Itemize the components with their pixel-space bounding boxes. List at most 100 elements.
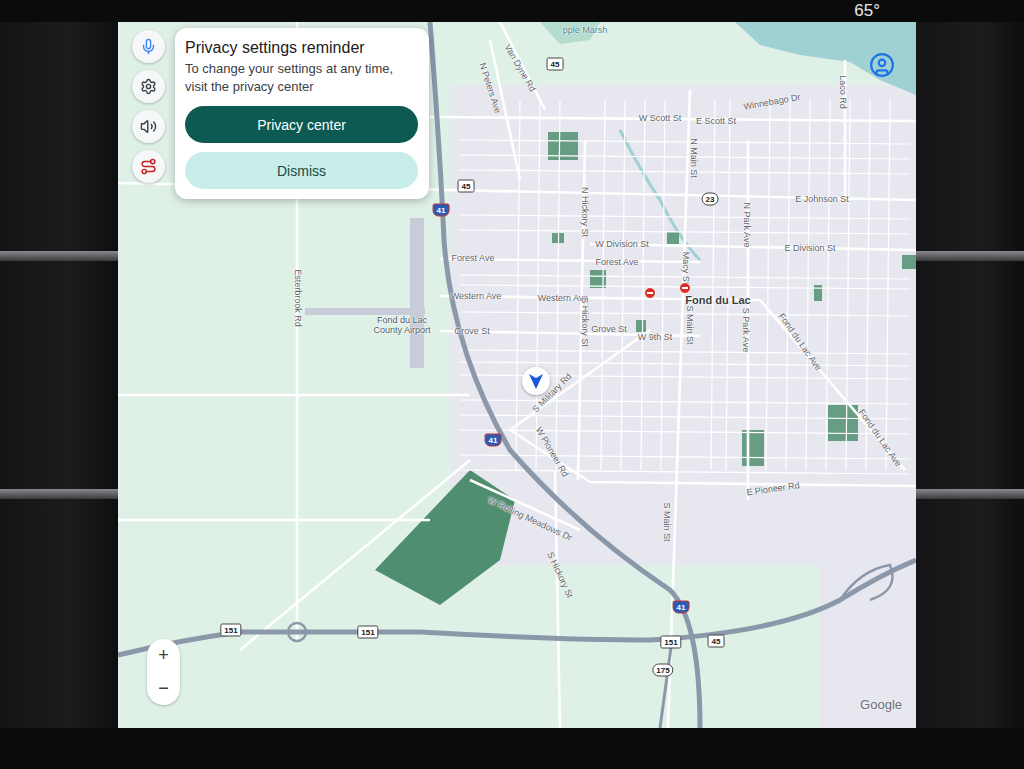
park — [814, 285, 822, 301]
runway — [305, 308, 425, 315]
interchange — [840, 565, 893, 600]
interchange — [288, 623, 306, 641]
vent-trim — [0, 251, 118, 261]
minor-street — [826, 100, 830, 470]
minor-street — [460, 400, 910, 404]
street-label: Grove St — [591, 324, 627, 334]
minor-street — [641, 100, 645, 470]
temperature: 65° — [854, 1, 880, 21]
map-attribution: Google — [860, 697, 902, 712]
us-shield: 151 — [357, 626, 378, 639]
highway-175 — [660, 640, 672, 728]
street-label: E Johnson St — [795, 194, 849, 204]
street-label: Grove St — [454, 326, 490, 336]
us-shield: 151 — [660, 636, 681, 649]
right-bezel — [916, 22, 1024, 728]
minor-street — [766, 100, 770, 470]
street — [760, 300, 905, 470]
minor-street — [460, 350, 910, 354]
street-label: Macy St — [681, 252, 691, 285]
street-label: Esterbrook Rd — [293, 269, 303, 327]
street-label: S Main St — [662, 502, 672, 541]
us-shield: 151 — [220, 624, 241, 637]
street-label: E Division St — [784, 243, 835, 253]
top-bezel: 65° — [0, 0, 1024, 22]
minor-street — [460, 455, 910, 459]
highway-41 — [430, 22, 700, 728]
minor-street — [806, 100, 810, 470]
water-label: pple Marsh — [563, 25, 608, 35]
street-label: E Scott St — [696, 116, 736, 126]
zoom-out-button[interactable]: − — [147, 672, 180, 705]
car-display: 65°pple MarshN Peters AveVan Dyne RdW Sc… — [0, 0, 1024, 769]
voice-button[interactable] — [132, 30, 165, 63]
privacy-center-button[interactable]: Privacy center — [185, 106, 418, 143]
us-shield: 45 — [547, 58, 564, 71]
road-closed-icon[interactable] — [679, 282, 691, 294]
vent-trim — [916, 251, 1024, 261]
settings-button[interactable] — [132, 70, 165, 103]
profile-button[interactable] — [865, 48, 898, 81]
street — [240, 460, 470, 650]
minor-street — [786, 100, 790, 470]
navigation-arrow-icon — [528, 372, 544, 390]
street-label: S Park Ave — [741, 308, 751, 352]
park — [636, 320, 646, 332]
street-label: W Scott St — [639, 113, 682, 123]
street — [510, 330, 650, 430]
street-label: N Main St — [689, 138, 699, 178]
street-label: N Hickory St — [580, 187, 590, 237]
state-shield: 23 — [702, 193, 719, 206]
road-closed-icon[interactable] — [644, 287, 656, 299]
minor-street — [460, 430, 910, 434]
street-label: S Main St — [685, 305, 695, 344]
popup-title: Privacy settings reminder — [185, 38, 418, 58]
street — [118, 519, 430, 522]
street-label: Western Ave — [451, 291, 502, 301]
dismiss-button[interactable]: Dismiss — [185, 152, 418, 189]
street-label: W 9th St — [638, 332, 673, 342]
zoom-in-button[interactable]: + — [147, 639, 180, 672]
minor-street — [661, 100, 665, 470]
interstate-shield: 41 — [485, 434, 502, 447]
highway-151 — [118, 560, 916, 655]
current-position — [522, 367, 550, 395]
interstate-shield: 41 — [433, 204, 450, 217]
map-screen[interactable]: pple MarshN Peters AveVan Dyne RdW Scott… — [118, 22, 916, 728]
minor-street — [460, 312, 910, 316]
street — [668, 90, 690, 728]
street — [500, 22, 545, 110]
minor-street — [886, 100, 890, 470]
privacy-popup: Privacy settings reminderTo change your … — [175, 28, 429, 199]
street — [510, 430, 916, 486]
park — [667, 232, 679, 244]
runway — [410, 218, 424, 368]
route-button[interactable] — [132, 150, 165, 183]
park — [902, 255, 916, 269]
minor-street — [536, 100, 540, 470]
minor-street — [621, 100, 625, 470]
street-label: W Division St — [595, 239, 649, 249]
left-bezel — [0, 22, 118, 728]
street — [555, 470, 560, 728]
vent-trim — [0, 489, 118, 499]
bottom-bezel — [0, 728, 1024, 769]
street-label: Forest Ave — [596, 257, 639, 267]
vent-trim — [916, 489, 1024, 499]
minor-street — [711, 100, 715, 470]
route-icon — [140, 158, 157, 175]
interstate-shield: 41 — [673, 601, 690, 614]
minor-street — [460, 170, 910, 174]
city-label: Fond du Lac — [685, 294, 750, 307]
us-shield: 45 — [708, 635, 725, 648]
sound-button[interactable] — [132, 110, 165, 143]
us-shield: 45 — [458, 180, 475, 193]
gear-icon — [140, 78, 157, 95]
street-label: Laco Rd — [838, 75, 848, 109]
street-label: Forest Ave — [452, 253, 495, 263]
minor-street — [726, 100, 730, 470]
state-shield: 175 — [652, 664, 673, 677]
minor-street — [516, 100, 520, 470]
street-label: S Hickory St — [580, 297, 590, 347]
speaker-icon — [140, 118, 157, 135]
